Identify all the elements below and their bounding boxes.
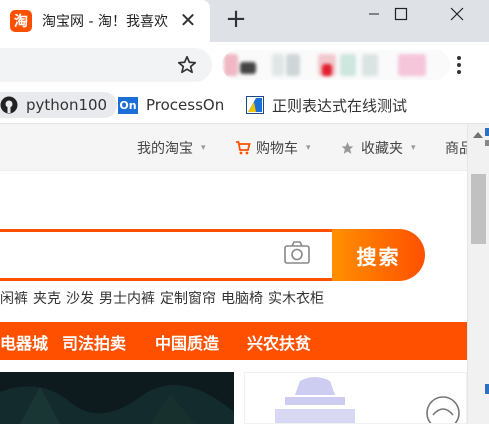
chevron-down-icon: ▾ bbox=[201, 143, 206, 153]
search-button[interactable]: 搜索 bbox=[332, 229, 425, 281]
browser-toolbar bbox=[0, 42, 489, 86]
nav-favorites[interactable]: 收藏夹 ▾ bbox=[340, 138, 416, 158]
bookmark-label: python100 bbox=[26, 96, 108, 114]
window-close-button[interactable] bbox=[434, 0, 480, 28]
category-appliances[interactable]: 电器城 bbox=[0, 330, 48, 354]
hot-keyword-link[interactable]: 夹克 bbox=[33, 291, 61, 307]
site-nav: 我的淘宝 ▾ 购物车 ▾ 收藏夹 ▾ 商品 bbox=[0, 124, 467, 171]
maximize-button[interactable] bbox=[378, 0, 424, 28]
image-search-button[interactable] bbox=[282, 239, 312, 267]
category-rural-aid[interactable]: 兴农扶贫 bbox=[247, 330, 311, 354]
hot-keyword-link[interactable]: 实木衣柜 bbox=[268, 291, 324, 307]
tab-close-button[interactable]: ✕ bbox=[178, 10, 198, 31]
window-close-icon bbox=[450, 7, 464, 21]
maximize-icon bbox=[394, 7, 408, 21]
bookmark-star-button[interactable] bbox=[176, 54, 198, 76]
tab-strip: 淘 淘宝网 - 淘！我喜欢 ✕ + bbox=[0, 0, 489, 42]
bookmark-label: 正则表达式在线测试 bbox=[272, 96, 408, 115]
side-promo[interactable] bbox=[244, 372, 467, 424]
nav-products[interactable]: 商品 bbox=[445, 138, 467, 158]
bookmark-python100[interactable]: python100 bbox=[0, 92, 118, 118]
processon-icon: On bbox=[118, 96, 138, 114]
more-vert-icon bbox=[457, 56, 461, 74]
bookmark-processon[interactable]: On ProcessOn bbox=[118, 92, 224, 118]
browser-menu-button[interactable] bbox=[452, 54, 466, 76]
new-tab-button[interactable]: + bbox=[224, 6, 248, 32]
bookmark-regex-test[interactable]: 正则表达式在线测试 bbox=[246, 92, 407, 118]
bookmarks-bar: python100 On ProcessOn 正则表达式在线测试 bbox=[0, 86, 489, 124]
hot-keyword-link[interactable]: 沙发 bbox=[66, 291, 94, 307]
banner-image bbox=[0, 372, 234, 424]
hot-keyword-link[interactable]: 定制窗帘 bbox=[160, 291, 216, 307]
github-icon bbox=[0, 96, 18, 114]
nav-cart[interactable]: 购物车 ▾ bbox=[235, 138, 311, 158]
hot-keyword-link[interactable]: 电脑椅 bbox=[221, 291, 263, 307]
tab-title: 淘宝网 - 淘！我喜欢 bbox=[42, 14, 168, 30]
star-filled-icon bbox=[341, 142, 354, 154]
extension-icons[interactable] bbox=[222, 50, 450, 80]
category-china-quality[interactable]: 中国质造 bbox=[155, 330, 219, 354]
cart-icon bbox=[236, 141, 251, 155]
hot-keyword-link[interactable]: 闲裤 bbox=[0, 291, 28, 307]
hot-keywords: 闲裤 夹克 沙发 男士内裤 定制窗帘 电脑椅 实木衣柜 bbox=[0, 288, 329, 308]
active-tab[interactable]: 淘 淘宝网 - 淘！我喜欢 ✕ bbox=[0, 0, 210, 42]
promo-banner[interactable] bbox=[0, 372, 234, 424]
taobao-favicon-icon: 淘 bbox=[10, 10, 32, 32]
hot-keyword-link[interactable]: 男士内裤 bbox=[99, 291, 155, 307]
camera-icon bbox=[284, 241, 310, 264]
nav-my-taobao[interactable]: 我的淘宝 ▾ bbox=[137, 138, 206, 158]
side-promo-image bbox=[275, 377, 460, 423]
window-edge bbox=[483, 124, 489, 424]
chevron-down-icon: ▾ bbox=[411, 143, 416, 153]
bookmark-label: ProcessOn bbox=[146, 96, 225, 114]
chevron-down-icon: ▾ bbox=[306, 143, 311, 153]
category-judicial-auction[interactable]: 司法拍卖 bbox=[62, 330, 126, 354]
category-bar: 电器城 司法拍卖 中国质造 兴农扶贫 bbox=[0, 322, 467, 360]
star-icon bbox=[177, 55, 197, 74]
page-viewport: 我的淘宝 ▾ 购物车 ▾ 收藏夹 ▾ 商品 搜索 闲裤 夹克 沙发 男士内裤 定… bbox=[0, 124, 467, 424]
regex-icon bbox=[246, 96, 264, 114]
